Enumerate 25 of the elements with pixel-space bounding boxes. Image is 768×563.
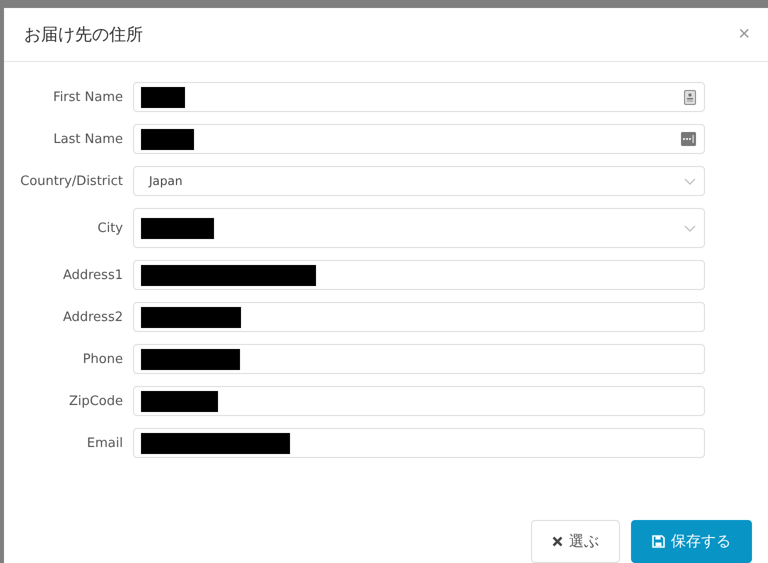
field-label: City: [96, 220, 123, 236]
field-label: Phone: [82, 352, 123, 366]
field-label: First Name: [52, 90, 123, 104]
input-field[interactable]: [133, 428, 705, 458]
input-field[interactable]: [133, 260, 705, 290]
input-field[interactable]: [133, 302, 705, 332]
chevron-down-icon: [684, 178, 696, 184]
input-field[interactable]: [133, 82, 705, 112]
field-label: Last Name: [52, 132, 123, 146]
field-label: ZipCode: [68, 394, 123, 408]
field-label: Address1: [62, 268, 123, 282]
select-field[interactable]: [133, 208, 705, 248]
x-icon: [552, 536, 563, 547]
input-field[interactable]: [133, 344, 705, 374]
dialog-title: お届け先の住所: [24, 24, 143, 46]
select-field[interactable]: Japan: [133, 166, 705, 196]
chevron-down-icon: [684, 224, 696, 232]
input-field[interactable]: [133, 386, 705, 416]
field-label: Email: [86, 436, 123, 450]
cancel-button[interactable]: 選ぶ: [531, 520, 620, 563]
field-label: Country/District: [19, 174, 123, 188]
input-field[interactable]: [133, 124, 705, 154]
password-dots-icon[interactable]: [681, 132, 696, 146]
contact-card-icon[interactable]: [684, 90, 696, 104]
field-label: Address2: [62, 310, 123, 324]
